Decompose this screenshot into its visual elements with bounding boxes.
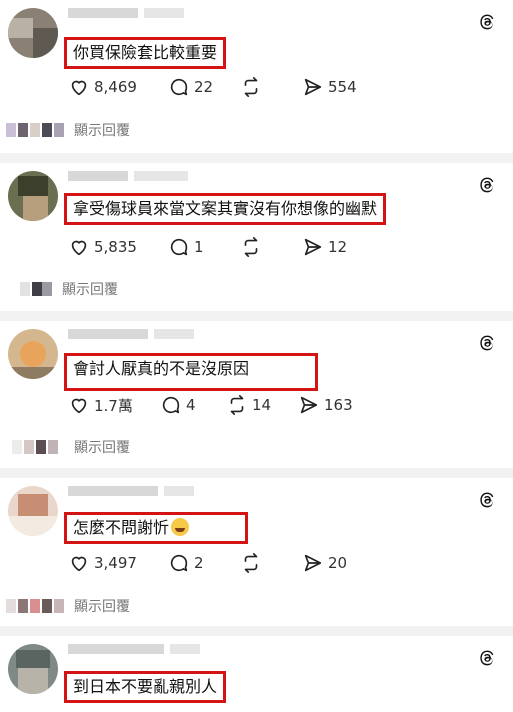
- threads-logo-icon[interactable]: [477, 12, 497, 32]
- send-icon: [304, 238, 322, 256]
- show-replies-label: 顯示回覆: [74, 440, 130, 456]
- threads-logo-icon[interactable]: [477, 490, 497, 510]
- like-button[interactable]: 8,469: [68, 76, 168, 98]
- comment-text-highlighted: 怎麼不問謝忻: [64, 512, 248, 544]
- like-count: 8,469: [94, 78, 137, 96]
- comment-count: 2: [194, 554, 204, 572]
- post-divider: [0, 153, 513, 163]
- repost-button[interactable]: [240, 236, 302, 258]
- post-4: 怎麼不問謝忻 3,497 2 20 顯示回覆: [0, 478, 513, 626]
- heart-icon: [71, 80, 87, 96]
- send-icon: [304, 78, 322, 96]
- threads-logo-icon[interactable]: [477, 175, 497, 195]
- repost-button[interactable]: 14: [226, 394, 298, 416]
- repost-icon: [244, 553, 258, 573]
- threads-logo-icon[interactable]: [477, 333, 497, 353]
- action-bar: 1.7萬 4 14 163: [68, 394, 353, 416]
- comment-bubble-icon: [162, 396, 180, 414]
- show-replies[interactable]: 顯示回覆: [6, 119, 130, 141]
- post-3: 會討人厭真的不是沒原因 1.7萬 4 14 163 顯示回覆: [0, 321, 513, 468]
- like-button[interactable]: 5,835: [68, 236, 168, 258]
- comment-bubble-icon: [170, 554, 188, 572]
- username-blurred[interactable]: [68, 486, 194, 498]
- show-replies[interactable]: 顯示回覆: [6, 436, 130, 458]
- post-divider: [0, 468, 513, 478]
- post-2: 拿受傷球員來當文案其實沒有你想像的幽默 5,835 1 12 顯示回覆: [0, 163, 513, 311]
- comment-button[interactable]: 4: [160, 394, 226, 416]
- share-count: 163: [324, 396, 353, 414]
- share-button[interactable]: 12: [302, 236, 347, 258]
- like-button[interactable]: 1.7萬: [68, 394, 160, 416]
- post-divider: [0, 311, 513, 321]
- avatar[interactable]: [8, 644, 58, 694]
- repost-icon: [244, 77, 258, 97]
- send-icon: [300, 396, 318, 414]
- comment-text-highlighted: 到日本不要亂親別人: [64, 671, 227, 703]
- repost-count: 14: [252, 396, 272, 414]
- share-count: 20: [328, 554, 348, 572]
- username-blurred[interactable]: [68, 171, 188, 183]
- reply-avatars-blurred: [14, 280, 54, 298]
- comment-count: 22: [194, 78, 214, 96]
- repost-icon: [244, 237, 258, 257]
- share-button[interactable]: 554: [302, 76, 357, 98]
- comment-text-highlighted: 會討人厭真的不是沒原因: [64, 353, 318, 391]
- avatar[interactable]: [8, 8, 58, 58]
- comment-button[interactable]: 22: [168, 76, 240, 98]
- username-blurred[interactable]: [68, 8, 188, 20]
- username-blurred[interactable]: [68, 329, 194, 341]
- heart-icon: [71, 556, 87, 572]
- threads-logo-icon[interactable]: [477, 648, 497, 668]
- like-count: 1.7萬: [94, 396, 133, 415]
- like-count: 5,835: [94, 238, 137, 256]
- share-button[interactable]: 20: [302, 552, 347, 574]
- reply-avatars-blurred: [6, 597, 66, 615]
- repost-icon: [230, 395, 244, 415]
- reply-avatars-blurred: [6, 121, 66, 139]
- show-replies-label: 顯示回覆: [74, 123, 130, 139]
- comment-text-highlighted: 你買保險套比較重要: [64, 37, 227, 69]
- show-replies[interactable]: 顯示回覆: [14, 278, 118, 300]
- comment-count: 1: [194, 238, 204, 256]
- action-bar: 5,835 1 12: [68, 236, 347, 258]
- avatar[interactable]: [8, 329, 58, 379]
- heart-icon: [71, 240, 87, 256]
- username-blurred[interactable]: [68, 644, 200, 656]
- show-replies-label: 顯示回覆: [62, 282, 118, 298]
- show-replies-label: 顯示回覆: [74, 599, 130, 615]
- post-5: 到日本不要亂親別人: [0, 636, 513, 712]
- show-replies[interactable]: 顯示回覆: [6, 595, 130, 617]
- comment-text: 怎麼不問謝忻: [73, 518, 170, 537]
- post-divider: [0, 626, 513, 636]
- share-count: 12: [328, 238, 348, 256]
- comment-bubble-icon: [170, 78, 188, 96]
- avatar[interactable]: [8, 171, 58, 221]
- avatar[interactable]: [8, 486, 58, 536]
- comment-count: 4: [186, 396, 196, 414]
- repost-button[interactable]: [240, 552, 302, 574]
- comment-bubble-icon: [170, 238, 188, 256]
- action-bar: 3,497 2 20: [68, 552, 347, 574]
- comment-button[interactable]: 1: [168, 236, 240, 258]
- post-1: 你買保險套比較重要 8,469 22 554 顯示回覆: [0, 0, 513, 153]
- face-with-tears-of-joy-icon: [171, 518, 190, 536]
- repost-button[interactable]: [240, 76, 302, 98]
- action-bar: 8,469 22 554: [68, 76, 357, 98]
- like-count: 3,497: [94, 554, 137, 572]
- like-button[interactable]: 3,497: [68, 552, 168, 574]
- share-button[interactable]: 163: [298, 394, 353, 416]
- send-icon: [304, 554, 322, 572]
- heart-icon: [71, 398, 87, 414]
- reply-avatars-blurred: [6, 438, 66, 456]
- comment-button[interactable]: 2: [168, 552, 240, 574]
- comment-text-highlighted: 拿受傷球員來當文案其實沒有你想像的幽默: [64, 193, 387, 225]
- share-count: 554: [328, 78, 357, 96]
